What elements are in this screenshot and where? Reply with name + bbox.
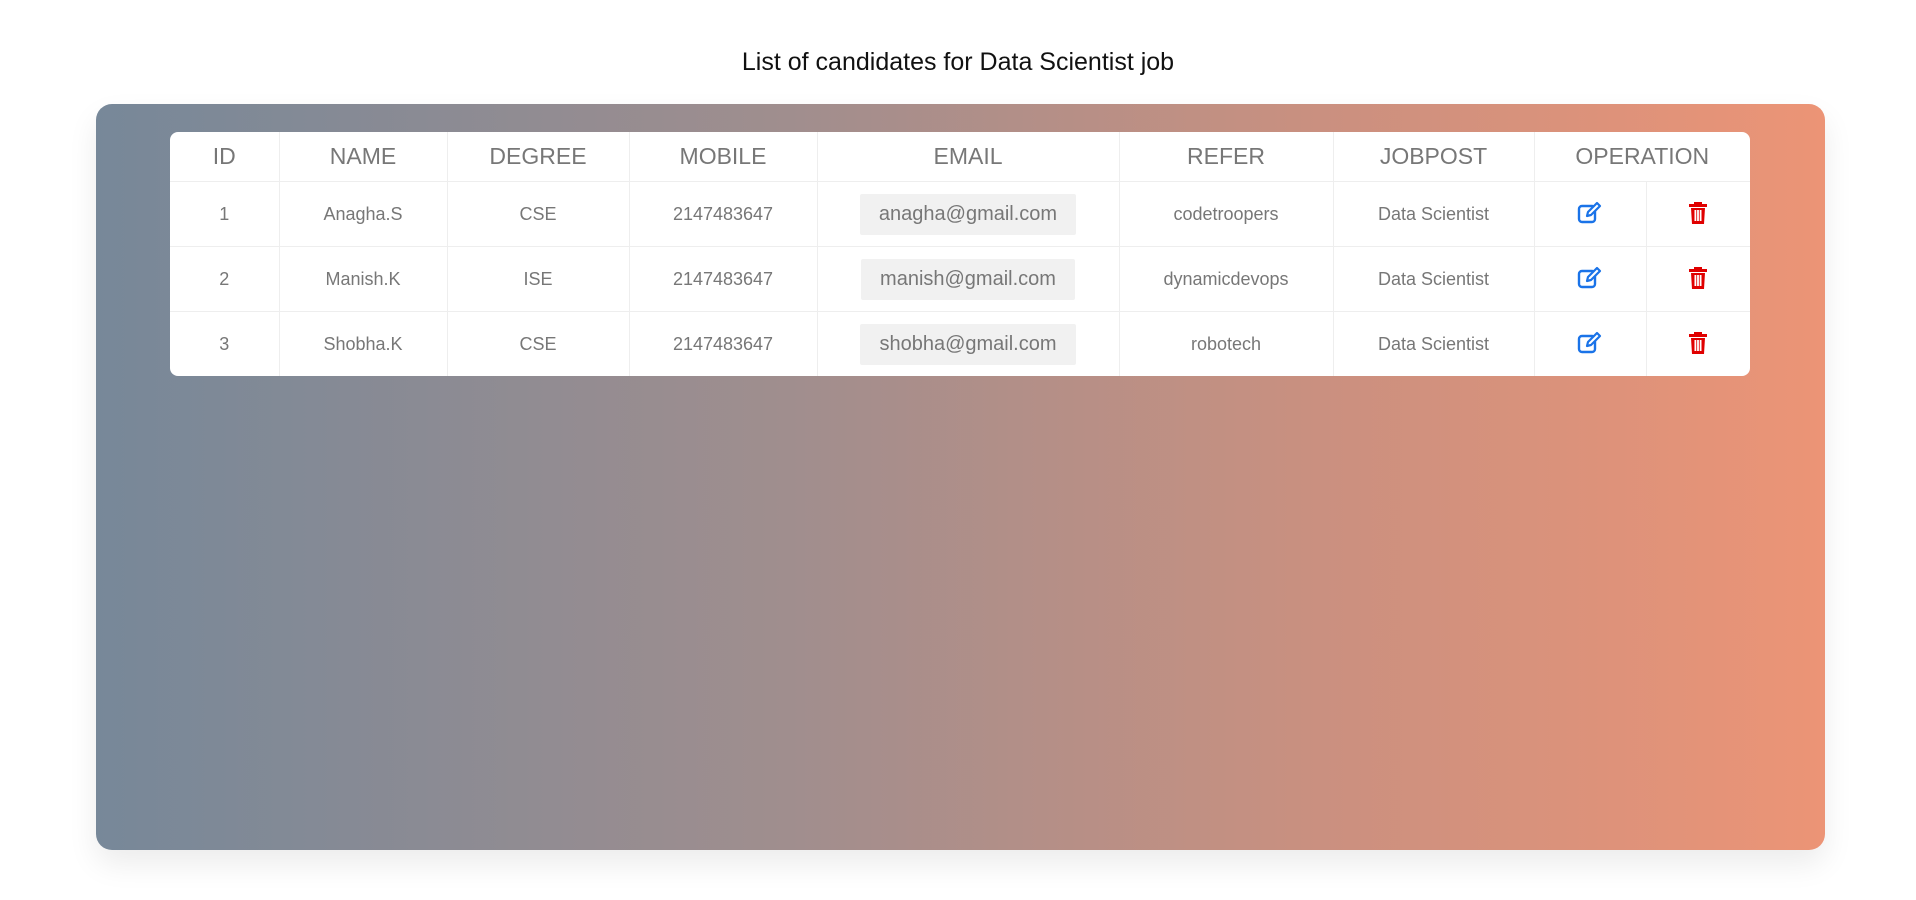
candidates-table: ID NAME DEGREE MOBILE EMAIL REFER JOBPOS… [170, 132, 1750, 376]
cell-degree: ISE [447, 246, 630, 312]
cell-email: manish@gmail.com [817, 246, 1120, 312]
cell-jobpost: Data Scientist [1333, 246, 1535, 312]
table-row: 3 Shobha.K CSE 2147483647 shobha@gmail.c… [170, 311, 1750, 377]
header-operation: OPERATION [1534, 132, 1750, 182]
cell-email: anagha@gmail.com [817, 181, 1120, 247]
cell-id: 1 [170, 181, 280, 247]
header-name: NAME [279, 132, 448, 182]
table-header-row: ID NAME DEGREE MOBILE EMAIL REFER JOBPOS… [170, 132, 1750, 182]
cell-edit [1534, 311, 1647, 376]
cell-name: Shobha.K [279, 311, 448, 376]
cell-id: 3 [170, 311, 280, 376]
header-id: ID [170, 132, 280, 182]
edit-icon[interactable] [1575, 328, 1605, 358]
cell-jobpost: Data Scientist [1333, 181, 1535, 247]
cell-email: shobha@gmail.com [817, 311, 1120, 376]
cell-jobpost: Data Scientist [1333, 311, 1535, 376]
edit-icon[interactable] [1575, 198, 1605, 228]
cell-edit [1534, 246, 1647, 312]
trash-icon[interactable] [1683, 198, 1713, 228]
cell-refer: dynamicdevops [1119, 246, 1334, 312]
email-value: shobha@gmail.com [860, 323, 1076, 365]
cell-mobile: 2147483647 [629, 181, 818, 247]
cell-edit [1534, 181, 1647, 247]
cell-name: Anagha.S [279, 181, 448, 247]
cell-delete [1646, 312, 1750, 377]
header-mobile: MOBILE [629, 132, 818, 182]
header-jobpost: JOBPOST [1333, 132, 1535, 182]
cell-delete [1646, 246, 1750, 312]
cell-mobile: 2147483647 [629, 311, 818, 376]
cell-degree: CSE [447, 181, 630, 247]
email-value: manish@gmail.com [861, 258, 1075, 300]
cell-mobile: 2147483647 [629, 246, 818, 312]
table-row: 1 Anagha.S CSE 2147483647 anagha@gmail.c… [170, 181, 1750, 247]
cell-delete [1646, 181, 1750, 247]
header-refer: REFER [1119, 132, 1334, 182]
cell-degree: CSE [447, 311, 630, 376]
cell-refer: codetroopers [1119, 181, 1334, 247]
table-row: 2 Manish.K ISE 2147483647 manish@gmail.c… [170, 246, 1750, 312]
cell-id: 2 [170, 246, 280, 312]
cell-refer: robotech [1119, 311, 1334, 376]
trash-icon[interactable] [1683, 263, 1713, 293]
page-title: List of candidates for Data Scientist jo… [741, 48, 1175, 76]
header-degree: DEGREE [447, 132, 630, 182]
candidates-table-container: ID NAME DEGREE MOBILE EMAIL REFER JOBPOS… [170, 132, 1750, 376]
cell-name: Manish.K [279, 246, 448, 312]
header-email: EMAIL [817, 132, 1120, 182]
trash-icon[interactable] [1683, 328, 1713, 358]
gradient-panel: ID NAME DEGREE MOBILE EMAIL REFER JOBPOS… [96, 104, 1825, 850]
edit-icon[interactable] [1575, 263, 1605, 293]
email-value: anagha@gmail.com [859, 193, 1077, 235]
